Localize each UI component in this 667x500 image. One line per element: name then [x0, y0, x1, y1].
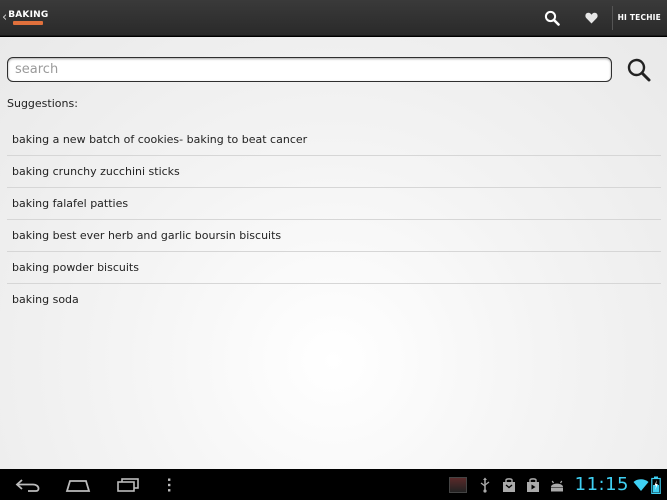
wifi-status — [633, 469, 649, 500]
search-icon — [627, 58, 651, 82]
home-icon — [65, 479, 91, 492]
heart-icon — [585, 12, 598, 23]
usb-notification[interactable] — [473, 469, 497, 500]
nav-menu-button[interactable] — [159, 469, 179, 500]
logo-text: BAKING — [8, 10, 49, 20]
clock: 11:15 — [574, 474, 629, 495]
nav-back-button[interactable] — [3, 469, 53, 500]
main-content: Suggestions: baking a new batch of cooki… — [0, 37, 667, 469]
wifi-icon — [633, 478, 649, 491]
logo-band — [13, 21, 44, 25]
menu-icon — [168, 478, 171, 491]
suggestion-item[interactable]: baking powder biscuits — [7, 252, 661, 284]
suggestion-item[interactable]: baking best ever herb and garlic boursin… — [7, 220, 661, 252]
battery-icon — [651, 476, 661, 494]
action-search-button[interactable] — [532, 0, 572, 36]
suggestions-heading: Suggestions: — [7, 97, 78, 110]
nav-home-button[interactable] — [53, 469, 103, 500]
play-store-notification[interactable] — [521, 469, 545, 500]
nav-recent-apps-button[interactable] — [103, 469, 153, 500]
usb-icon — [480, 477, 490, 493]
system-bar: 11:15 — [0, 469, 667, 500]
suggestion-item[interactable]: baking a new batch of cookies- baking to… — [7, 124, 661, 156]
bag-notification[interactable] — [497, 469, 521, 500]
android-notification[interactable] — [545, 469, 569, 500]
recent-apps-icon — [117, 477, 139, 492]
search-row — [7, 57, 657, 83]
search-input[interactable] — [7, 57, 612, 82]
app-home-button[interactable]: ‹ BAKING — [0, 0, 48, 36]
favorites-button[interactable] — [572, 0, 612, 36]
user-menu-button[interactable]: HI TECHIE — [613, 0, 667, 36]
suggestion-item[interactable]: baking crunchy zucchini sticks — [7, 156, 661, 188]
search-submit-button[interactable] — [624, 56, 654, 84]
back-chevron-icon: ‹ — [2, 9, 8, 25]
app-logo: BAKING — [8, 10, 48, 25]
suggestion-item[interactable]: baking soda — [7, 284, 661, 316]
search-icon — [544, 10, 560, 26]
battery-status — [651, 469, 661, 500]
android-icon — [550, 480, 563, 491]
notification-thumbnail[interactable] — [448, 476, 467, 493]
bag-icon — [502, 477, 515, 492]
action-bar: ‹ BAKING HI TECHIE — [0, 0, 667, 36]
suggestion-item[interactable]: baking falafel patties — [7, 188, 661, 220]
suggestions-list: baking a new batch of cookies- baking to… — [7, 124, 661, 316]
back-icon — [15, 478, 40, 492]
play-store-icon — [526, 477, 539, 492]
